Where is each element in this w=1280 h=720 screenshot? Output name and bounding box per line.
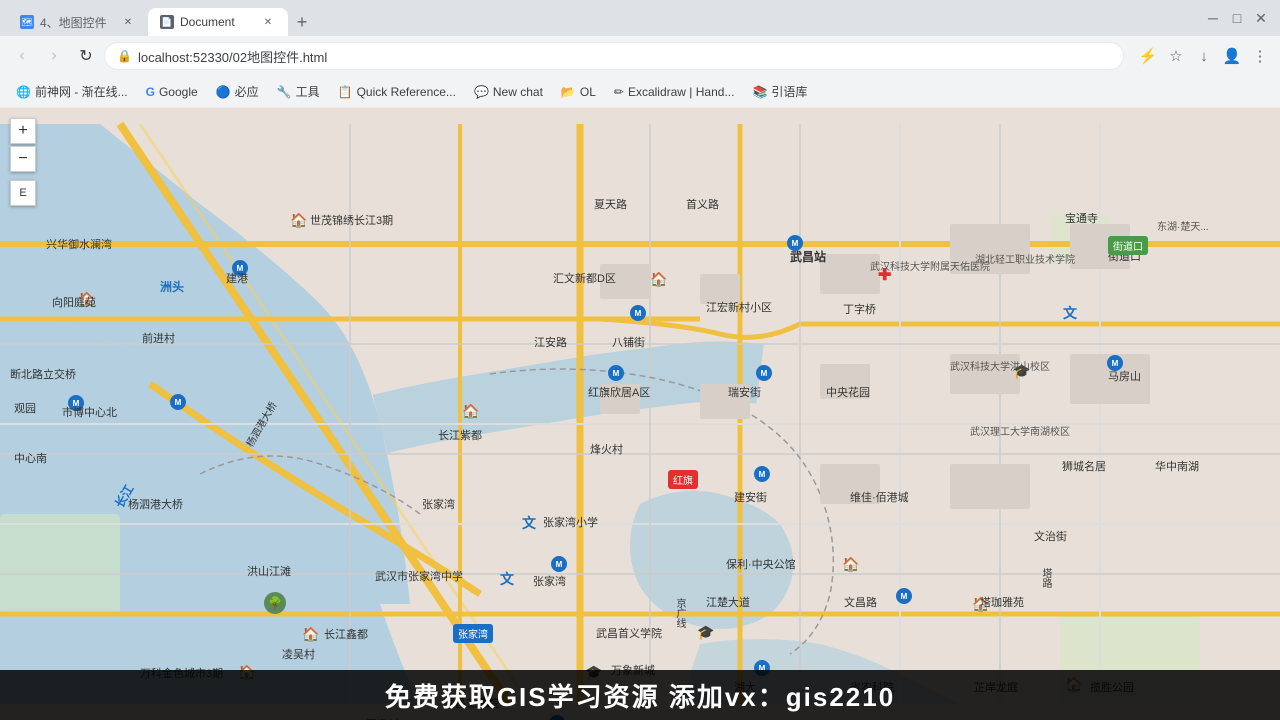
download-icon[interactable]: ↓ bbox=[1192, 44, 1216, 68]
settings-icon[interactable]: ⋮ bbox=[1248, 44, 1272, 68]
bookmark-icon-excalidraw: ✏ bbox=[614, 85, 624, 99]
bookmark-icon-google: G bbox=[146, 85, 155, 99]
browser-frame: 🗺 4、地图控件 ✕ 📄 Document ✕ + ─ □ ✕ ‹ › ↻ 🔒 … bbox=[0, 0, 1280, 720]
bottom-banner: 免费获取GIS学习资源 添加vx：gis2210 bbox=[0, 670, 1280, 720]
reload-button[interactable]: ↻ bbox=[72, 42, 100, 70]
bookmark-icon[interactable]: ☆ bbox=[1164, 44, 1188, 68]
tab-icon-1: 🗺 bbox=[20, 15, 34, 29]
grad-icon-1: 🎓 bbox=[697, 624, 714, 641]
school-icon-1: 文 bbox=[522, 513, 536, 533]
close-button[interactable]: ✕ bbox=[1250, 7, 1272, 29]
bookmark-excalidraw[interactable]: ✏ Excalidraw | Hand... bbox=[606, 82, 743, 102]
bookmark-icon-ol: 📂 bbox=[561, 85, 576, 99]
bookmark-icon-shenjwang: 🌐 bbox=[16, 85, 31, 99]
bookmarks-bar: 🌐 前神网 - 渐在线... G Google 🔵 必应 🔧 工具 📋 Quic… bbox=[0, 76, 1280, 108]
street-badge-jiedaokou: 街道口 bbox=[1108, 236, 1148, 255]
lock-icon: 🔒 bbox=[117, 49, 132, 63]
grad-icon-4: 🎓 bbox=[1013, 363, 1030, 380]
school-icon-3: 文 bbox=[1063, 303, 1077, 323]
tab-title-2: Document bbox=[180, 15, 235, 29]
zoom-in-button[interactable]: + bbox=[10, 118, 36, 144]
green-tree-marker: 🌳 bbox=[264, 592, 286, 614]
hospital-icon: ✚ bbox=[878, 265, 891, 285]
layer-toggle-button[interactable]: E bbox=[10, 180, 36, 206]
bookmark-icon-bing: 🔵 bbox=[216, 85, 231, 99]
bookmark-google[interactable]: G Google bbox=[138, 82, 206, 102]
map-svg bbox=[0, 108, 1280, 720]
tab-close-1[interactable]: ✕ bbox=[120, 14, 136, 30]
bookmark-bing[interactable]: 🔵 必应 bbox=[208, 80, 267, 103]
title-bar: 🗺 4、地图控件 ✕ 📄 Document ✕ + ─ □ ✕ bbox=[0, 0, 1280, 36]
maximize-button[interactable]: □ bbox=[1226, 7, 1248, 29]
bookmark-yinyuku[interactable]: 📚 引语库 bbox=[744, 80, 815, 103]
extensions-icon[interactable]: ⚡ bbox=[1136, 44, 1160, 68]
bookmark-icon-yinyuku: 📚 bbox=[752, 85, 767, 99]
bookmark-icon-quickref: 📋 bbox=[338, 85, 353, 99]
bottom-banner-text: 免费获取GIS学习资源 添加vx：gis2210 bbox=[385, 677, 895, 714]
bookmark-newchat[interactable]: 💬 New chat bbox=[466, 82, 551, 102]
address-icons: ⚡ ☆ ↓ 👤 ⋮ bbox=[1136, 44, 1272, 68]
bookmark-quickref[interactable]: 📋 Quick Reference... bbox=[330, 82, 464, 102]
bookmark-ol[interactable]: 📂 OL bbox=[553, 82, 604, 102]
street-badge-hongqi: 红旗 bbox=[668, 470, 698, 489]
address-bar: ‹ › ↻ 🔒 localhost:52330/02地图控件.html ⚡ ☆ … bbox=[0, 36, 1280, 76]
map-container[interactable]: + − E 🏠 🏠 🏠 🏠 🏠 🏠 🏠 🏠 🏠 M M M M M M M M … bbox=[0, 108, 1280, 720]
tab-map-control[interactable]: 🗺 4、地图控件 ✕ bbox=[8, 8, 148, 36]
bookmark-shenjwang[interactable]: 🌐 前神网 - 渐在线... bbox=[8, 80, 136, 103]
tab-strip: 🗺 4、地图控件 ✕ 📄 Document ✕ + bbox=[8, 0, 1190, 36]
tab-title-1: 4、地图控件 bbox=[40, 14, 107, 31]
map-controls: + − E bbox=[10, 118, 36, 206]
tab-document[interactable]: 📄 Document ✕ bbox=[148, 8, 288, 36]
back-button[interactable]: ‹ bbox=[8, 42, 36, 70]
forward-button[interactable]: › bbox=[40, 42, 68, 70]
new-tab-button[interactable]: + bbox=[288, 8, 316, 36]
zoom-out-button[interactable]: − bbox=[10, 146, 36, 172]
bookmark-tools[interactable]: 🔧 工具 bbox=[269, 80, 328, 103]
bookmark-icon-tools: 🔧 bbox=[277, 85, 292, 99]
tab-icon-2: 📄 bbox=[160, 15, 174, 29]
minimize-button[interactable]: ─ bbox=[1202, 7, 1224, 29]
profile-icon[interactable]: 👤 bbox=[1220, 44, 1244, 68]
window-controls: ─ □ ✕ bbox=[1202, 7, 1272, 29]
bookmark-icon-newchat: 💬 bbox=[474, 85, 489, 99]
tab-close-2[interactable]: ✕ bbox=[260, 14, 276, 30]
school-icon-2: 文 bbox=[500, 569, 514, 589]
url-bar[interactable]: 🔒 localhost:52330/02地图控件.html bbox=[104, 42, 1124, 70]
url-text: localhost:52330/02地图控件.html bbox=[138, 47, 1111, 66]
